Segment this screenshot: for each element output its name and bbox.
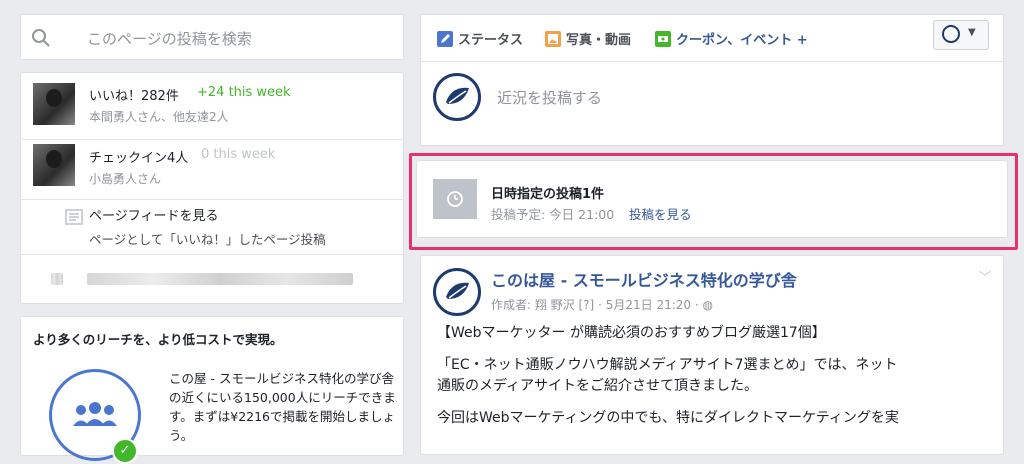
checkins-count[interactable]: チェックイン4人	[89, 147, 188, 166]
globe-icon: ◍	[702, 298, 713, 312]
post-text-line: 通販のメディアサイトをご紹介させて頂きました。	[437, 378, 759, 394]
page-feed-description: ページとして「いいね！」したページ投稿	[89, 232, 326, 247]
post-as-selector[interactable]: ▼	[933, 20, 989, 50]
likes-row[interactable]: いいね！282件 +24 this week 本間勇人さん、他友達2人	[21, 73, 403, 139]
scheduled-title: 日時指定の投稿1件	[491, 187, 605, 202]
likes-weekly-delta: +24 this week	[197, 85, 291, 100]
post-text-line: 今回はWebマーケティングの中でも、特にダイレクトマーケティングを実	[437, 410, 899, 426]
post-card: このは屋 - スモールビジネス特化の学び舎 ﹀ 作成者: 翔 野沢 [?] · …	[420, 255, 1004, 455]
page-logo-icon	[942, 25, 960, 43]
divider	[421, 61, 1003, 62]
page-logo	[433, 73, 481, 121]
tab-coupon-event-label: クーポン、イベント +	[676, 33, 808, 48]
chevron-down-icon: ▼	[968, 27, 976, 38]
post-page-name[interactable]: このは屋 - スモールビジネス特化の学び舎	[491, 267, 797, 291]
scheduled-posts-card[interactable]: 日時指定の投稿1件 投稿予定: 今日 21:00 投稿を見る	[416, 160, 1008, 238]
tab-coupon-event[interactable]: クーポン、イベント +	[655, 29, 808, 48]
blurred-content	[87, 273, 353, 285]
page-feed-link[interactable]: ページフィードを見る	[89, 205, 218, 224]
page-feed-row[interactable]: ページフィードを見る ページとして「いいね！」したページ投稿	[21, 200, 403, 254]
post-date[interactable]: 5月21日 21:20	[606, 298, 691, 312]
avatar	[33, 144, 75, 186]
meta-separator: ·	[598, 298, 602, 312]
tab-photo-video[interactable]: 写真・動画	[545, 29, 631, 48]
post-author[interactable]: 作成者: 翔 野沢 [?]	[491, 298, 594, 312]
search-input[interactable]: このページの投稿を検索	[87, 28, 252, 49]
chevron-down-icon[interactable]: ﹀	[979, 268, 991, 285]
avatar	[33, 83, 75, 125]
status-input[interactable]: 近況を投稿する	[497, 87, 602, 108]
audience-icon: ✓	[49, 369, 141, 464]
view-scheduled-link[interactable]: 投稿を見る	[629, 204, 692, 223]
photo-icon	[545, 30, 561, 47]
checkins-friends[interactable]: 小島勇人さん	[89, 170, 161, 187]
composer: ステータス 写真・動画 クーポン、イベント + ▼ 近況を投稿する	[420, 14, 1004, 146]
likes-friends[interactable]: 本間勇人さん、他友達2人	[89, 108, 229, 125]
post-text-line: 【Webマーケッター が購読必須のおすすめブログ厳選17個】	[437, 325, 826, 341]
promo-heading: より多くのリーチを、より低コストで実現。	[33, 332, 283, 347]
post-text-line: 「EC・ネット通販ノウハウ解説メディアサイト7選まとめ」では、ネット	[437, 357, 898, 373]
tab-status-label: ステータス	[458, 33, 524, 48]
page-logo[interactable]	[433, 268, 481, 316]
search-icon	[32, 29, 50, 47]
feed-icon	[65, 209, 83, 225]
page-post-search[interactable]: このページの投稿を検索	[20, 14, 404, 60]
likes-count[interactable]: いいね！282件	[89, 85, 179, 104]
blurred-row	[21, 255, 403, 303]
tab-photo-video-label: 写真・動画	[566, 33, 632, 48]
blurred-content	[51, 273, 63, 285]
clock-icon	[433, 179, 477, 219]
checkins-weekly-delta: 0 this week	[201, 147, 276, 162]
tab-status[interactable]: ステータス	[437, 29, 523, 48]
coupon-icon	[655, 30, 671, 47]
boost-promo-panel: より多くのリーチを、より低コストで実現。 ✓ この屋 - スモールビジネス特化の…	[20, 316, 404, 464]
pencil-icon	[437, 30, 453, 47]
checkins-row[interactable]: チェックイン4人 0 this week 小島勇人さん	[21, 140, 403, 200]
post-meta: 作成者: 翔 野沢 [?] · 5月21日 21:20 · ◍	[491, 296, 713, 313]
scheduled-detail: 投稿予定: 今日 21:00	[491, 207, 615, 222]
page-stats-panel: いいね！282件 +24 this week 本間勇人さん、他友達2人 チェック…	[20, 72, 404, 304]
meta-separator: ·	[694, 298, 699, 312]
check-badge-icon: ✓	[112, 438, 138, 464]
promo-body: この屋 - スモールビジネス特化の学び舎の近くにいる150,000人にリーチでき…	[169, 371, 396, 443]
